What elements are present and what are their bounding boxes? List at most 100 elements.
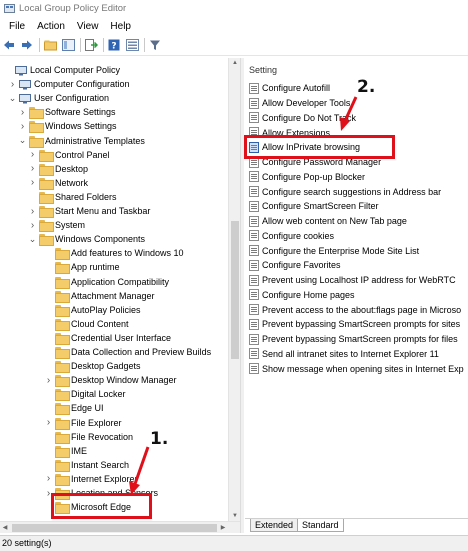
- setting-row[interactable]: Configure cookies: [249, 229, 468, 244]
- setting-row[interactable]: Prevent using Localhost IP address for W…: [249, 273, 468, 288]
- chevron-right-icon[interactable]: ›: [28, 163, 37, 174]
- setting-row[interactable]: Allow Extensions: [249, 125, 468, 140]
- setting-row[interactable]: Prevent bypassing SmartScreen prompts fo…: [249, 317, 468, 332]
- setting-row[interactable]: Allow web content on New Tab page: [249, 214, 468, 229]
- setting-row[interactable]: Allow Developer Tools: [249, 96, 468, 111]
- tree-item[interactable]: Local Computer Policy: [4, 63, 120, 77]
- tree-item[interactable]: › Network: [28, 176, 88, 190]
- tree-item[interactable]: Credential User Interface: [44, 331, 171, 345]
- tree-item[interactable]: App runtime: [44, 260, 120, 275]
- tree-item[interactable]: Microsoft Edge: [44, 500, 131, 515]
- tree-item[interactable]: › System: [28, 218, 85, 233]
- chevron-down-icon[interactable]: ⌄: [18, 135, 27, 145]
- tree-item[interactable]: › File Explorer: [44, 416, 122, 430]
- tree-item[interactable]: › Internet Explorer: [44, 472, 138, 486]
- tree-item[interactable]: › Windows Settings: [18, 119, 117, 134]
- menu-action[interactable]: Action: [31, 21, 71, 32]
- setting-row[interactable]: Prevent bypassing SmartScreen prompts fo…: [249, 332, 468, 347]
- setting-row[interactable]: Configure Home pages: [249, 288, 468, 303]
- scroll-right-arrow-icon[interactable]: ▶: [218, 522, 228, 534]
- tree-item[interactable]: Digital Locker: [44, 387, 126, 402]
- setting-row[interactable]: Configure Password Manager: [249, 155, 468, 170]
- tree-item[interactable]: › Start Menu and Taskbar: [28, 204, 150, 218]
- up-folder-icon[interactable]: [43, 38, 57, 52]
- filter-icon[interactable]: [148, 38, 162, 52]
- tree-vertical-scrollbar[interactable]: ▲ ▼: [228, 58, 240, 521]
- setting-row[interactable]: Allow InPrivate browsing: [249, 140, 468, 155]
- chevron-right-icon[interactable]: ›: [44, 375, 53, 386]
- setting-row[interactable]: Configure Favorites: [249, 258, 468, 273]
- tab-extended[interactable]: Extended: [250, 519, 299, 532]
- pane-splitter[interactable]: [240, 58, 244, 533]
- chevron-down-icon[interactable]: ⌄: [28, 234, 37, 244]
- menu-help[interactable]: Help: [104, 21, 137, 32]
- scroll-thumb[interactable]: [231, 221, 239, 359]
- forward-icon[interactable]: [20, 38, 34, 52]
- folder-icon: [55, 375, 70, 388]
- column-header-setting[interactable]: Setting: [249, 65, 277, 75]
- tree-item[interactable]: Desktop Gadgets: [44, 359, 141, 374]
- policy-setting-icon: [249, 127, 259, 138]
- tree-item[interactable]: Add features to Windows 10: [44, 246, 184, 261]
- setting-row[interactable]: Configure Pop-up Blocker: [249, 170, 468, 185]
- chevron-right-icon[interactable]: ›: [28, 220, 37, 231]
- tree-item[interactable]: Cloud Content: [44, 317, 129, 331]
- policy-tree[interactable]: Local Computer Policy › Computer Configura…: [0, 58, 240, 521]
- export-icon[interactable]: [84, 38, 98, 52]
- computer-policy-icon: [15, 65, 27, 76]
- tree-item[interactable]: › Computer Configuration: [8, 77, 130, 91]
- folder-icon: [55, 459, 70, 472]
- settings-list[interactable]: Setting Configure Autofill Allow Develope…: [245, 58, 468, 516]
- chevron-right-icon[interactable]: ›: [8, 79, 17, 90]
- chevron-right-icon[interactable]: ›: [28, 206, 37, 217]
- chevron-right-icon[interactable]: ›: [28, 149, 37, 160]
- chevron-right-icon[interactable]: ›: [28, 177, 37, 188]
- tree-item[interactable]: File Revocation: [44, 430, 133, 444]
- help-icon[interactable]: ?: [107, 38, 121, 52]
- tree-item[interactable]: › Location and Sensors: [44, 486, 158, 500]
- chevron-down-icon[interactable]: ⌄: [8, 93, 17, 103]
- tree-item[interactable]: ⌄ Windows Components: [28, 232, 145, 247]
- tree-item[interactable]: Application Compatibility: [44, 275, 169, 289]
- chevron-right-icon[interactable]: ›: [44, 473, 53, 484]
- tab-standard[interactable]: Standard: [297, 519, 344, 532]
- chevron-right-icon[interactable]: ›: [44, 488, 53, 499]
- chevron-right-icon[interactable]: ›: [44, 417, 53, 428]
- policy-setting-icon: [249, 289, 259, 301]
- tree-item[interactable]: Attachment Manager: [44, 289, 155, 303]
- setting-row[interactable]: Configure search suggestions in Address …: [249, 184, 468, 199]
- tree-item[interactable]: Shared Folders: [28, 190, 117, 204]
- tree-item[interactable]: IME: [44, 444, 87, 458]
- setting-row[interactable]: Configure Do Not Track: [249, 111, 468, 126]
- show-hide-tree-icon[interactable]: [61, 38, 75, 52]
- properties-icon[interactable]: [125, 38, 139, 52]
- chevron-right-icon[interactable]: ›: [18, 107, 27, 118]
- tree-item-label: Internet Explorer: [71, 473, 138, 484]
- folder-icon: [39, 149, 54, 162]
- scroll-left-arrow-icon[interactable]: ◀: [0, 522, 10, 534]
- tree-item[interactable]: Edge UI: [44, 401, 104, 416]
- back-icon[interactable]: [2, 38, 16, 52]
- policy-setting-icon: [249, 112, 259, 124]
- setting-row[interactable]: Send all intranet sites to Internet Expl…: [249, 347, 468, 362]
- setting-row[interactable]: Prevent access to the about:flags page i…: [249, 302, 468, 317]
- tree-item[interactable]: AutoPlay Policies: [44, 303, 141, 317]
- folder-icon: [55, 347, 70, 359]
- tree-item[interactable]: Instant Search: [44, 458, 129, 472]
- tree-item[interactable]: › Desktop: [28, 162, 88, 176]
- tree-item[interactable]: ⌄ User Configuration: [8, 91, 109, 105]
- tree-horizontal-scrollbar[interactable]: ◀ ▶: [0, 521, 240, 533]
- setting-row[interactable]: Show message when opening sites in Inter…: [249, 361, 468, 376]
- tree-item[interactable]: Data Collection and Preview Builds: [44, 345, 211, 359]
- tree-item[interactable]: › Software Settings: [18, 105, 116, 120]
- scroll-thumb[interactable]: [12, 524, 217, 532]
- menu-view[interactable]: View: [71, 21, 105, 32]
- tree-item[interactable]: › Desktop Window Manager: [44, 373, 177, 388]
- setting-row[interactable]: Configure the Enterprise Mode Site List: [249, 243, 468, 258]
- setting-row[interactable]: Configure SmartScreen Filter: [249, 199, 468, 214]
- tree-item[interactable]: ⌄ Administrative Templates: [18, 134, 145, 148]
- chevron-right-icon[interactable]: ›: [18, 121, 27, 132]
- menu-file[interactable]: File: [3, 21, 31, 32]
- tree-item[interactable]: › Control Panel: [28, 148, 110, 162]
